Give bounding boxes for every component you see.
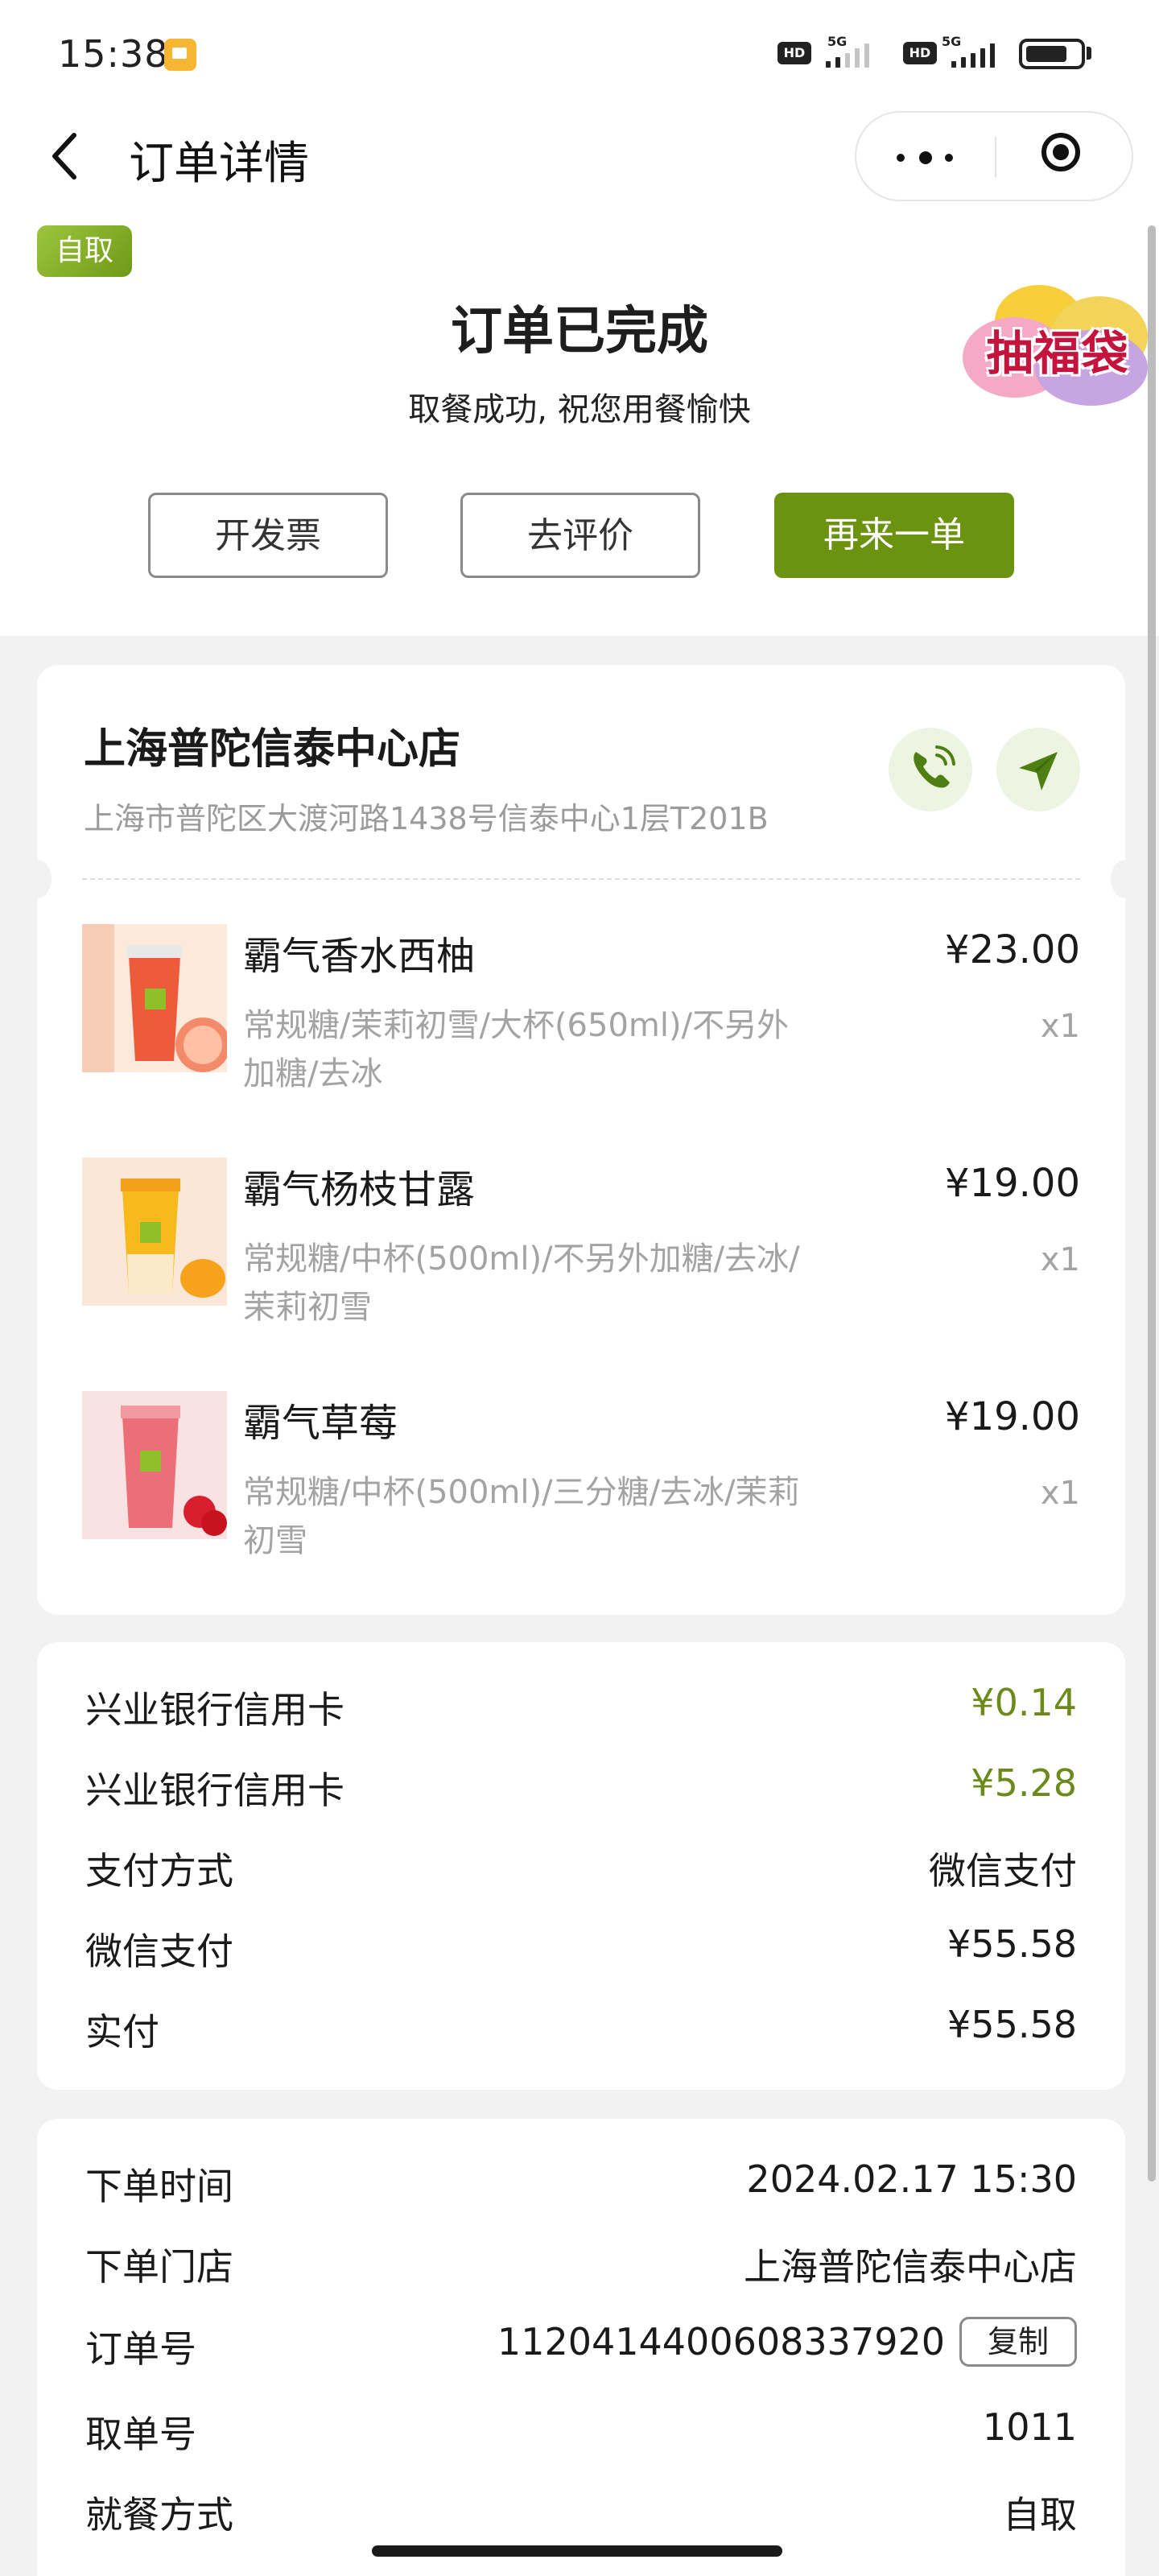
payment-row: 支付方式 微信支付 [85,1842,1077,1893]
order-info-label: 下单时间 [85,2165,233,2208]
scrollbar[interactable] [1148,225,1156,2182]
payment-row: 实付 ¥55.58 [85,2003,1077,2054]
order-info-value: 自取 [1003,2493,1077,2537]
signal-2: HD 5G [903,32,1016,74]
chevron-left-icon[interactable] [48,130,80,182]
discount-value: ¥0.14 [971,1681,1077,1724]
product-image-mango [82,1158,227,1306]
list-item[interactable]: 霸气杨枝甘露 常规糖/中杯(500ml)/不另外加糖/去冰/茉莉初雪 ¥19.0… [37,1158,1125,1359]
list-item[interactable]: 霸气香水西柚 常规糖/茉莉初雪/大杯(650ml)/不另外加糖/去冰 ¥23.0… [37,924,1125,1125]
product-image-strawberry [82,1391,227,1539]
review-button[interactable]: 去评价 [460,493,700,578]
payment-value: 微信支付 [929,1849,1077,1893]
payment-card: 兴业银行信用卡 ¥0.14 兴业银行信用卡 ¥5.28 支付方式 微信支付 微信… [37,1642,1125,2090]
product-quantity: x1 [1040,1475,1080,1512]
product-name: 霸气香水西柚 [243,934,476,979]
paper-plane-icon [1019,752,1058,791]
list-item[interactable]: 霸气草莓 常规糖/中杯(500ml)/三分糖/去冰/茉莉初雪 ¥19.00 x1 [37,1391,1125,1592]
order-info-label: 取单号 [85,2413,196,2456]
order-info-row: 下单时间 2024.02.17 15:30 [85,2157,1077,2208]
invoice-button[interactable]: 开发票 [148,493,388,578]
product-price: ¥23.00 [945,927,1080,972]
order-info-label: 下单门店 [85,2245,233,2289]
product-name: 霸气草莓 [243,1401,398,1446]
pickup-tag: 自取 [37,225,132,277]
order-info-label: 订单号 [85,2327,196,2371]
payment-value: ¥55.58 [947,2003,1077,2046]
signal-bars-icon [826,43,890,68]
payment-label: 微信支付 [85,1930,233,1973]
order-number: 1120414400608337920 [497,2320,945,2363]
order-info-card: 下单时间 2024.02.17 15:30 下单门店 上海普陀信泰中心店 订单号… [37,2119,1125,2576]
payment-label: 实付 [85,2010,159,2054]
payment-label: 兴业银行信用卡 [85,1688,344,1732]
page-title: 订单详情 [129,138,309,190]
battery-level [1026,46,1066,62]
order-info-row: 订单号 1120414400608337920 复制 [85,2317,1077,2371]
hd-badge: HD [903,42,937,64]
order-info-value: 1011 [982,2405,1077,2449]
status-time: 15:38 [58,32,169,76]
payment-row: 兴业银行信用卡 ¥0.14 [85,1681,1077,1732]
product-price: ¥19.00 [945,1161,1080,1206]
copy-order-number-button[interactable]: 复制 [959,2317,1077,2367]
battery-icon [1019,39,1085,69]
payment-row: 微信支付 ¥55.58 [85,1922,1077,1973]
payment-value: ¥55.58 [947,1922,1077,1966]
lucky-bag-label: 抽福袋 [986,326,1129,381]
hd-badge: HD [777,42,811,64]
order-info-row: 下单门店 上海普陀信泰中心店 [85,2238,1077,2289]
more-dots-icon[interactable] [856,113,995,200]
order-info-row: 取单号 1011 [85,2405,1077,2456]
order-info-value: 上海普陀信泰中心店 [744,2245,1077,2289]
product-spec: 常规糖/中杯(500ml)/不另外加糖/去冰/茉莉初雪 [243,1241,800,1326]
product-price: ¥19.00 [945,1394,1080,1439]
reorder-button[interactable]: 再来一单 [774,493,1014,578]
app-notification-icon [164,39,196,71]
lucky-bag-button[interactable]: 抽福袋 [963,285,1153,406]
product-quantity: x1 [1040,1241,1080,1278]
store-items-card: 上海普陀信泰中心店 上海市普陀区大渡河路1438号信泰中心1层T201B 霸气香… [23,665,1140,1615]
store-name: 上海普陀信泰中心店 [84,725,461,774]
battery-tip [1087,47,1091,60]
signal-bars-icon [951,43,1008,68]
mini-program-capsule [855,111,1133,201]
home-indicator[interactable] [372,2545,782,2557]
navigate-store-button[interactable] [996,728,1080,811]
dashed-divider [82,878,1080,880]
product-image-grapefruit [82,924,227,1072]
target-close-icon[interactable] [996,113,1133,200]
card-notch-right [1111,860,1140,898]
order-info-label: 就餐方式 [85,2493,233,2537]
payment-label: 支付方式 [85,1849,233,1893]
signal-1: HD 5G [777,32,898,74]
order-info-value: 2024.02.17 15:30 [746,2157,1077,2201]
card-notch-left [23,860,52,898]
product-name: 霸气杨枝甘露 [243,1167,476,1212]
phone-icon [914,745,955,788]
payment-label: 兴业银行信用卡 [85,1769,344,1812]
store-address: 上海市普陀区大渡河路1438号信泰中心1层T201B [84,801,769,836]
discount-value: ¥5.28 [971,1761,1077,1805]
call-store-button[interactable] [889,728,972,811]
product-spec: 常规糖/茉莉初雪/大杯(650ml)/不另外加糖/去冰 [243,1007,790,1092]
payment-row: 兴业银行信用卡 ¥5.28 [85,1761,1077,1812]
order-info-row: 就餐方式 自取 [85,2486,1077,2537]
product-quantity: x1 [1040,1008,1080,1045]
product-spec: 常规糖/中杯(500ml)/三分糖/去冰/茉莉初雪 [243,1474,800,1559]
